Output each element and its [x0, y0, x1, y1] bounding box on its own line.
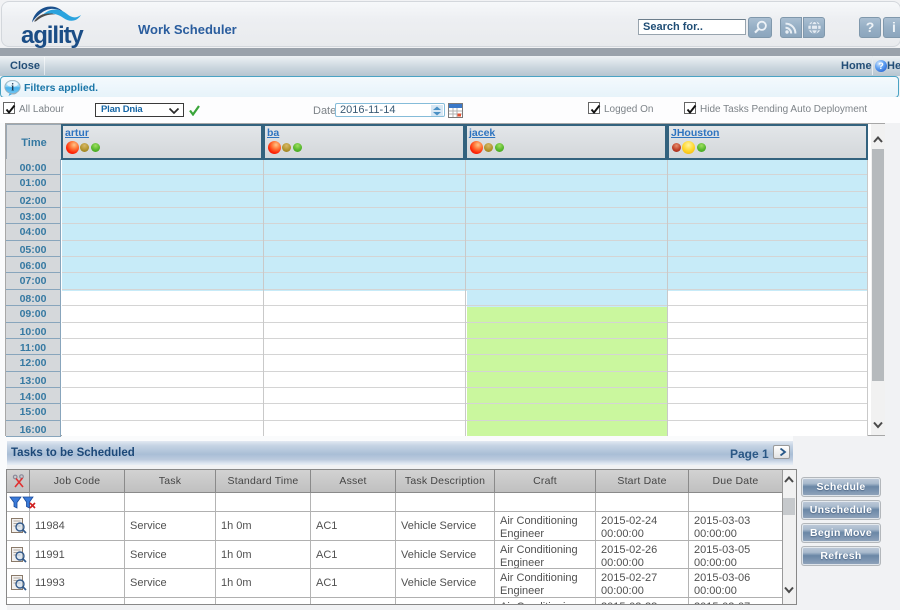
svg-text:agility: agility [21, 22, 84, 48]
svg-text:i: i [11, 83, 14, 94]
